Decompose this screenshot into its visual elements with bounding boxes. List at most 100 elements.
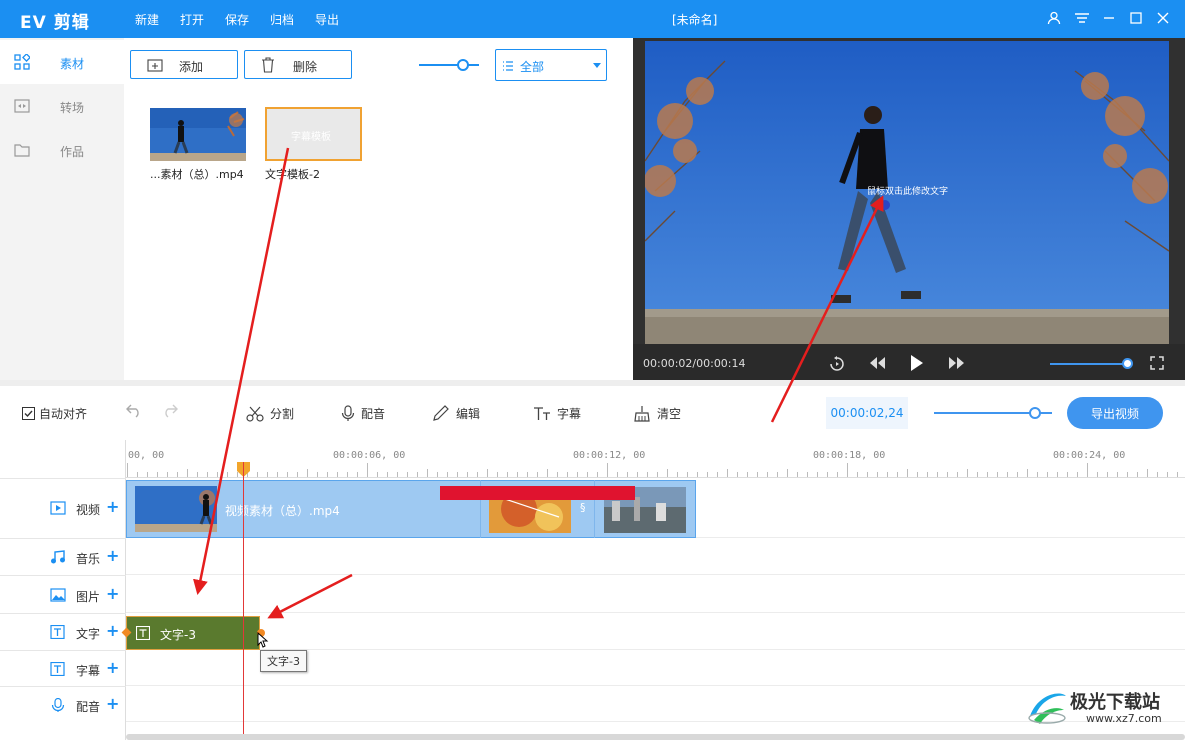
ruler-tick (207, 472, 208, 477)
ruler-tick (817, 472, 818, 477)
filter-dropdown[interactable]: 全部 (495, 49, 607, 81)
ruler-tick (1127, 472, 1128, 477)
filter-value: 全部 (520, 60, 545, 74)
track-row-music[interactable] (126, 538, 1185, 575)
ruler-tick (317, 472, 318, 477)
text-size-icon (534, 406, 550, 420)
ruler-tick (797, 472, 798, 477)
transition-marker-icon: § (580, 501, 586, 514)
ruler-tick (847, 463, 848, 477)
ruler-tick (507, 472, 508, 477)
timeline-scrollbar[interactable] (126, 734, 1185, 740)
edit-button[interactable]: 编辑 (432, 405, 480, 422)
minimize-icon[interactable] (1100, 9, 1118, 27)
template-overlay-text: 字幕模板 (291, 132, 331, 143)
add-image-track-button[interactable]: + (106, 584, 119, 603)
ruler-label: 00:00:24, 00 (1053, 450, 1126, 461)
media-thumb-video[interactable] (150, 108, 246, 161)
add-video-track-button[interactable]: + (106, 497, 119, 516)
ruler-tick (777, 472, 778, 477)
time-ruler[interactable]: 00, 00 00:00:06, 00 00:00:12, 00 00:00:1… (126, 440, 1185, 478)
add-text-track-button[interactable]: + (106, 621, 119, 640)
play-icon[interactable] (910, 355, 924, 371)
user-icon[interactable] (1045, 9, 1063, 27)
ruler-tick (837, 472, 838, 477)
ruler-tick (347, 472, 348, 477)
delete-button[interactable]: 删除 (244, 50, 352, 79)
split-button[interactable]: 分割 (246, 405, 294, 422)
track-row-text[interactable] (126, 613, 1185, 650)
add-subtitle-track-button[interactable]: + (106, 658, 119, 677)
close-icon[interactable] (1154, 9, 1172, 27)
menu-save[interactable]: 保存 (225, 11, 249, 28)
subtitle-icon (50, 662, 65, 676)
replay-icon[interactable] (829, 356, 845, 372)
ruler-tick (1097, 472, 1098, 477)
volume-knob[interactable] (1122, 358, 1133, 369)
maximize-icon[interactable] (1127, 9, 1145, 27)
fullscreen-icon[interactable] (1150, 356, 1164, 370)
add-music-track-button[interactable]: + (106, 546, 119, 565)
volume-slider[interactable] (1050, 363, 1126, 365)
menu-new[interactable]: 新建 (135, 11, 159, 28)
thumb-size-slider[interactable] (419, 64, 479, 66)
ruler-tick (657, 472, 658, 477)
thumb-size-knob[interactable] (457, 59, 469, 71)
ruler-tick (447, 472, 448, 477)
ruler-tick (827, 472, 828, 477)
media-thumb-text-template[interactable]: 字幕模板 (265, 107, 362, 161)
clip-tooltip: 文字-3 (260, 650, 307, 672)
fast-forward-icon[interactable] (949, 357, 965, 369)
playhead-line (243, 462, 244, 740)
watermark-url: www.xz7.com (1086, 712, 1162, 725)
ruler-tick (747, 472, 748, 477)
video-clip[interactable]: 视频素材（总）.mp4 § (126, 480, 696, 538)
add-button[interactable]: 添加 (130, 50, 238, 79)
redo-icon[interactable] (162, 404, 178, 418)
undo-icon[interactable] (126, 404, 142, 418)
ruler-tick (927, 472, 928, 477)
track-row-image[interactable] (126, 575, 1185, 613)
ruler-tick (497, 472, 498, 477)
sidebar-item-works[interactable]: 作品 (0, 128, 124, 172)
sidebar-item-label: 素材 (60, 57, 85, 71)
track-label-image: 图片 + (0, 575, 126, 613)
sidebar-item-transition[interactable]: 转场 (0, 84, 124, 128)
watermark-name: 极光下载站 (1070, 692, 1160, 713)
ruler-tick (127, 463, 128, 477)
ruler-label: 00, 00 (128, 450, 165, 461)
ruler-tick (1167, 472, 1168, 477)
track-label-voiceover: 配音 + (0, 686, 126, 722)
auto-align-checkbox[interactable]: 自动对齐 (22, 405, 87, 422)
menu-open[interactable]: 打开 (180, 11, 204, 28)
sidebar-item-material[interactable]: 素材 (0, 40, 124, 84)
track-label-video: 视频 + (0, 478, 126, 538)
broom-icon (634, 406, 650, 422)
subtitle-button[interactable]: 字幕 (533, 405, 581, 422)
sidebar-item-label: 转场 (60, 101, 85, 115)
ruler-tick (227, 472, 228, 477)
ruler-tick (267, 472, 268, 477)
grid-icon (14, 54, 30, 70)
menu-export[interactable]: 导出 (315, 11, 339, 28)
export-video-button[interactable]: 导出视频 (1067, 397, 1163, 429)
rewind-icon[interactable] (869, 357, 885, 369)
ruler-tick (627, 472, 628, 477)
menu-archive[interactable]: 归档 (270, 11, 294, 28)
add-voiceover-track-button[interactable]: + (106, 694, 119, 713)
ruler-tick (167, 472, 168, 477)
ruler-tick (257, 472, 258, 477)
ruler-tick (1147, 469, 1148, 477)
preview-overlay-text[interactable]: 鼠标双击此修改文字 (867, 184, 948, 197)
text-clip[interactable]: 文字-3 (121, 616, 265, 650)
zoom-knob[interactable] (1029, 407, 1041, 419)
menu-icon[interactable] (1073, 9, 1091, 27)
track-label-text: 音乐 (76, 552, 101, 566)
ruler-tick (297, 472, 298, 477)
preview-video[interactable]: 鼠标双击此修改文字 (645, 41, 1169, 373)
clear-button[interactable]: 清空 (633, 405, 681, 422)
voice-button[interactable]: 配音 (341, 405, 385, 422)
ruler-tick (987, 472, 988, 477)
ruler-tick (517, 472, 518, 477)
ruler-tick (457, 472, 458, 477)
